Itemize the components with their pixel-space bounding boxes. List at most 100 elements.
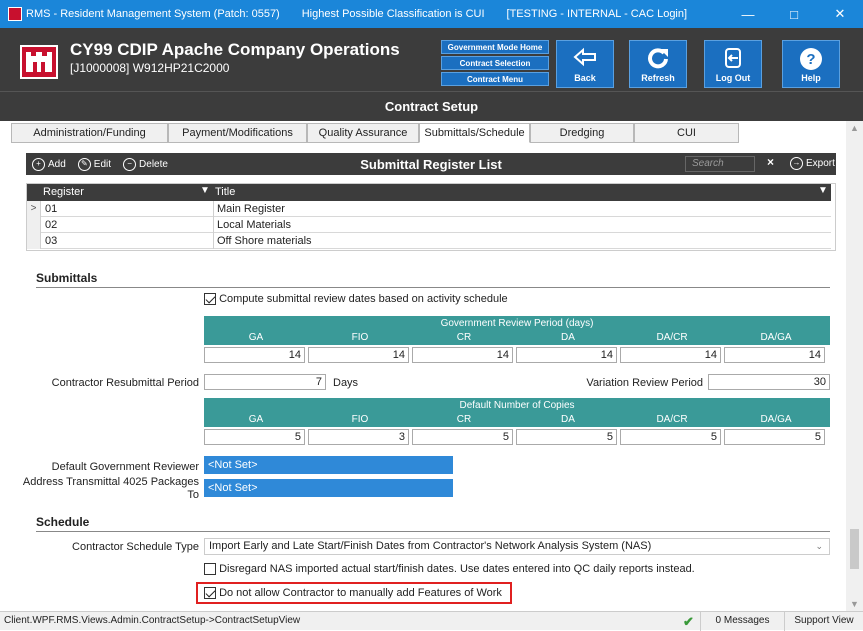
title-cell: Off Shore materials (217, 235, 312, 247)
address-transmittal-label-line1: Address Transmittal 4025 Packages (22, 476, 199, 488)
default-reviewer-label: Default Government Reviewer (51, 461, 199, 473)
row-selector (27, 233, 41, 249)
resubmittal-period-field[interactable]: 7 (204, 374, 326, 390)
mode-menu: Government Mode Home Contract Selection … (441, 40, 549, 86)
add-button[interactable]: + Add (32, 157, 66, 171)
compute-review-dates-checkbox[interactable]: Compute submittal review dates based on … (204, 293, 508, 306)
help-label: Help (801, 73, 821, 83)
filter-icon[interactable]: ▼ (200, 185, 210, 196)
classification-text: Highest Possible Classification is CUI (301, 8, 485, 20)
copies-ga-field[interactable]: 5 (204, 429, 305, 445)
contract-menu-button[interactable]: Contract Menu (441, 72, 549, 86)
column-divider (213, 201, 214, 217)
copies-da-ga-field[interactable]: 5 (724, 429, 825, 445)
delete-button[interactable]: − Delete (123, 157, 168, 171)
help-icon: ? (799, 47, 823, 73)
schedule-type-label: Contractor Schedule Type (72, 541, 199, 553)
table-row[interactable]: 02 Local Materials (27, 217, 831, 233)
address-transmittal-label-line2: To (187, 489, 199, 501)
tab-dredging[interactable]: Dredging (530, 123, 634, 143)
no-add-features-label: Do not allow Contractor to manually add … (219, 587, 502, 599)
edit-button[interactable]: ✎ Edit (77, 157, 112, 171)
no-add-features-checkbox[interactable]: Do not allow Contractor to manually add … (204, 587, 502, 600)
review-da-ga-field[interactable]: 14 (724, 347, 825, 363)
days-label: Days (333, 377, 359, 389)
disregard-nas-label: Disregard NAS imported actual start/fini… (219, 563, 695, 575)
column-title[interactable]: Title (215, 186, 235, 198)
search-input[interactable]: Search (685, 156, 755, 172)
government-mode-home-button[interactable]: Government Mode Home (441, 40, 549, 54)
column-register[interactable]: Register (43, 186, 84, 198)
edit-label: Edit (93, 158, 112, 170)
column-cr: CR (456, 414, 472, 425)
messages-button[interactable]: 0 Messages (700, 612, 784, 631)
svg-text:?: ? (806, 51, 815, 68)
maximize-icon[interactable]: □ (771, 0, 817, 28)
copies-da-field[interactable]: 5 (516, 429, 617, 445)
copies-da-cr-field[interactable]: 5 (620, 429, 721, 445)
checkmark-icon: ✔ (683, 614, 694, 629)
minimize-icon[interactable]: — (725, 0, 771, 28)
export-icon: → (790, 157, 803, 170)
contract-number: [J1000008] W912HP21C2000 (70, 61, 230, 75)
register-cell: 03 (45, 235, 58, 247)
checkbox-checked-icon[interactable] (204, 587, 216, 600)
compute-review-dates-label: Compute submittal review dates based on … (219, 293, 508, 305)
table-row[interactable]: > 01 Main Register (27, 201, 831, 217)
grid-header: Register ▼ Title ▼ (27, 184, 831, 201)
review-fio-field[interactable]: 14 (308, 347, 409, 363)
log-out-button[interactable]: Log Out (704, 40, 762, 88)
copies-fio-field[interactable]: 3 (308, 429, 409, 445)
review-column-headers: GA FIO CR DA DA/CR DA/GA (204, 331, 830, 345)
refresh-icon (646, 47, 670, 71)
review-ga-field[interactable]: 14 (204, 347, 305, 363)
column-fio: FIO (351, 414, 369, 425)
scrollbar-thumb[interactable] (850, 529, 859, 569)
log-out-label: Log Out (715, 73, 751, 83)
scroll-down-icon[interactable]: ▼ (846, 599, 863, 609)
contract-selection-button[interactable]: Contract Selection (441, 56, 549, 70)
column-divider (213, 233, 214, 249)
schedule-type-select[interactable]: Import Early and Late Start/Finish Dates… (204, 538, 830, 555)
page-title: CY99 CDIP Apache Company Operations (70, 40, 400, 59)
checkbox-unchecked-icon[interactable] (204, 563, 216, 576)
review-da-cr-field[interactable]: 14 (620, 347, 721, 363)
back-button[interactable]: Back (556, 40, 614, 88)
checkbox-checked-icon[interactable] (204, 293, 216, 306)
refresh-button[interactable]: Refresh (629, 40, 687, 88)
review-da-field[interactable]: 14 (516, 347, 617, 363)
column-ga: GA (248, 414, 264, 425)
copies-cr-field[interactable]: 5 (412, 429, 513, 445)
support-view-button[interactable]: Support View (784, 612, 863, 631)
status-bar: Client.WPF.RMS.Views.Admin.ContractSetup… (0, 611, 863, 631)
column-fio: FIO (351, 332, 369, 343)
default-reviewer-field[interactable]: <Not Set> (204, 456, 453, 474)
help-button[interactable]: ? Help (782, 40, 840, 88)
filter-icon[interactable]: ▼ (818, 185, 828, 196)
section-title: Contract Setup (0, 91, 863, 121)
tab-cui[interactable]: CUI (634, 123, 739, 143)
export-button[interactable]: → Export (790, 157, 835, 170)
review-cr-field[interactable]: 14 (412, 347, 513, 363)
review-period-header: Government Review Period (days) (204, 316, 830, 331)
variation-review-field[interactable]: 30 (708, 374, 830, 390)
schedule-type-value: Import Early and Late Start/Finish Dates… (209, 540, 652, 552)
column-cr: CR (456, 332, 472, 343)
tab-quality-assurance[interactable]: Quality Assurance (307, 123, 419, 143)
tab-submittals-schedule[interactable]: Submittals/Schedule (419, 123, 530, 143)
column-da-cr: DA/CR (656, 414, 688, 425)
chevron-down-icon[interactable]: ⌄ (815, 539, 823, 554)
close-icon[interactable]: ✕ (817, 0, 863, 28)
table-row[interactable]: 03 Off Shore materials (27, 233, 831, 249)
copies-header: Default Number of Copies (204, 398, 830, 413)
tab-administration-funding[interactable]: Administration/Funding (11, 123, 168, 143)
address-transmittal-field[interactable]: <Not Set> (204, 479, 453, 497)
column-da: DA (561, 414, 575, 425)
scroll-up-icon[interactable]: ▲ (846, 123, 863, 133)
vertical-scrollbar[interactable]: ▲ ▼ (846, 121, 863, 611)
app-icon (8, 7, 22, 21)
disregard-nas-checkbox[interactable]: Disregard NAS imported actual start/fini… (204, 563, 695, 576)
clear-search-icon[interactable]: × (767, 155, 774, 169)
tab-payment-modifications[interactable]: Payment/Modifications (168, 123, 307, 143)
register-grid: Register ▼ Title ▼ > 01 Main Register 02… (26, 183, 836, 251)
